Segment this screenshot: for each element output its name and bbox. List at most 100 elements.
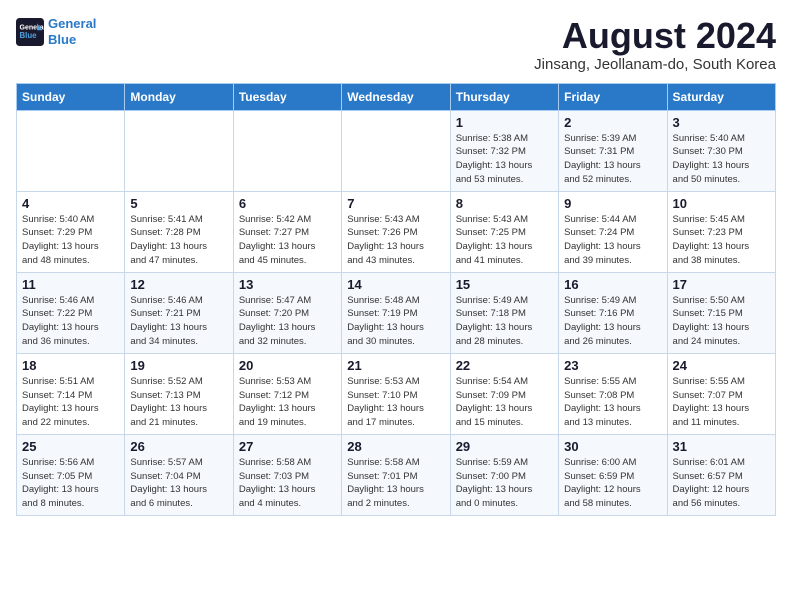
day-info: Sunrise: 5:43 AMSunset: 7:25 PMDaylight:… [456, 213, 553, 268]
day-header-monday: Monday [125, 83, 233, 110]
calendar-cell: 30Sunrise: 6:00 AMSunset: 6:59 PMDayligh… [559, 434, 667, 515]
day-info: Sunrise: 5:58 AMSunset: 7:01 PMDaylight:… [347, 456, 444, 511]
svg-text:Blue: Blue [20, 31, 38, 40]
calendar-cell: 22 Sunrise: 5:54 AMSunset: 7:09 PMDayligh… [450, 353, 558, 434]
day-info: Sunrise: 5:54 AMSunset: 7:09 PMDaylight:… [456, 375, 553, 430]
day-info: Sunrise: 5:42 AMSunset: 7:27 PMDaylight:… [239, 213, 336, 268]
day-info: Sunrise: 5:53 AMSunset: 7:10 PMDaylight:… [347, 375, 444, 430]
calendar-cell: 28 Sunrise: 5:58 AMSunset: 7:01 PMDayligh… [342, 434, 450, 515]
day-number: 2 [564, 115, 661, 130]
calendar-cell [125, 110, 233, 191]
calendar-cell: 18 Sunrise: 5:51 AMSunset: 7:14 PMDayligh… [17, 353, 125, 434]
calendar-week-row: 11 Sunrise: 5:46 AMSunset: 7:22 PMDayligh… [17, 272, 776, 353]
logo-general: General [48, 16, 96, 31]
calendar-cell [17, 110, 125, 191]
logo: General Blue General Blue [16, 16, 96, 47]
day-number: 31 [673, 439, 770, 454]
calendar-cell: 15 Sunrise: 5:49 AMSunset: 7:18 PMDayligh… [450, 272, 558, 353]
day-number: 15 [456, 277, 553, 292]
day-number: 9 [564, 196, 661, 211]
day-number: 12 [130, 277, 227, 292]
calendar-header-row: SundayMondayTuesdayWednesdayThursdayFrid… [17, 83, 776, 110]
calendar-cell: 14 Sunrise: 5:48 AMSunset: 7:19 PMDayligh… [342, 272, 450, 353]
logo-text: General Blue [48, 16, 96, 47]
calendar-cell: 11 Sunrise: 5:46 AMSunset: 7:22 PMDayligh… [17, 272, 125, 353]
day-header-friday: Friday [559, 83, 667, 110]
calendar-table: SundayMondayTuesdayWednesdayThursdayFrid… [16, 83, 776, 516]
calendar-cell: 10 Sunrise: 5:45 AMSunset: 7:23 PMDayligh… [667, 191, 775, 272]
day-info: Sunrise: 5:57 AMSunset: 7:04 PMDaylight:… [130, 456, 227, 511]
calendar-week-row: 1 Sunrise: 5:38 AMSunset: 7:32 PMDaylight… [17, 110, 776, 191]
day-info: Sunrise: 5:59 AMSunset: 7:00 PMDaylight:… [456, 456, 553, 511]
day-number: 20 [239, 358, 336, 373]
day-number: 19 [130, 358, 227, 373]
day-number: 22 [456, 358, 553, 373]
day-header-tuesday: Tuesday [233, 83, 341, 110]
calendar-cell: 20 Sunrise: 5:53 AMSunset: 7:12 PMDayligh… [233, 353, 341, 434]
day-number: 18 [22, 358, 119, 373]
day-info: Sunrise: 5:45 AMSunset: 7:23 PMDaylight:… [673, 213, 770, 268]
day-info: Sunrise: 5:39 AMSunset: 7:31 PMDaylight:… [564, 132, 661, 187]
day-number: 17 [673, 277, 770, 292]
calendar-week-row: 25 Sunrise: 5:56 AMSunset: 7:05 PMDayligh… [17, 434, 776, 515]
calendar-cell: 3 Sunrise: 5:40 AMSunset: 7:30 PMDaylight… [667, 110, 775, 191]
day-number: 10 [673, 196, 770, 211]
calendar-cell [233, 110, 341, 191]
calendar-cell: 1 Sunrise: 5:38 AMSunset: 7:32 PMDaylight… [450, 110, 558, 191]
calendar-subtitle: Jinsang, Jeollanam-do, South Korea [534, 56, 776, 73]
day-info: Sunrise: 5:50 AMSunset: 7:15 PMDaylight:… [673, 294, 770, 349]
day-number: 11 [22, 277, 119, 292]
calendar-cell: 16Sunrise: 5:49 AMSunset: 7:16 PMDayligh… [559, 272, 667, 353]
day-number: 8 [456, 196, 553, 211]
day-info: Sunrise: 5:53 AMSunset: 7:12 PMDaylight:… [239, 375, 336, 430]
calendar-cell: 4Sunrise: 5:40 AMSunset: 7:29 PMDaylight… [17, 191, 125, 272]
day-header-saturday: Saturday [667, 83, 775, 110]
calendar-week-row: 4Sunrise: 5:40 AMSunset: 7:29 PMDaylight… [17, 191, 776, 272]
day-info: Sunrise: 5:38 AMSunset: 7:32 PMDaylight:… [456, 132, 553, 187]
day-number: 13 [239, 277, 336, 292]
calendar-cell: 9 Sunrise: 5:44 AMSunset: 7:24 PMDaylight… [559, 191, 667, 272]
day-number: 14 [347, 277, 444, 292]
day-number: 3 [673, 115, 770, 130]
day-number: 7 [347, 196, 444, 211]
day-number: 4 [22, 196, 119, 211]
page-header: General Blue General Blue August 2024 Ji… [16, 16, 776, 73]
day-number: 1 [456, 115, 553, 130]
day-info: Sunrise: 5:47 AMSunset: 7:20 PMDaylight:… [239, 294, 336, 349]
day-info: Sunrise: 5:46 AMSunset: 7:22 PMDaylight:… [22, 294, 119, 349]
day-info: Sunrise: 5:55 AMSunset: 7:07 PMDaylight:… [673, 375, 770, 430]
day-number: 26 [130, 439, 227, 454]
day-header-wednesday: Wednesday [342, 83, 450, 110]
day-info: Sunrise: 5:51 AMSunset: 7:14 PMDaylight:… [22, 375, 119, 430]
day-info: Sunrise: 5:58 AMSunset: 7:03 PMDaylight:… [239, 456, 336, 511]
day-info: Sunrise: 6:00 AMSunset: 6:59 PMDaylight:… [564, 456, 661, 511]
day-number: 6 [239, 196, 336, 211]
day-number: 25 [22, 439, 119, 454]
day-header-sunday: Sunday [17, 83, 125, 110]
calendar-cell: 6 Sunrise: 5:42 AMSunset: 7:27 PMDaylight… [233, 191, 341, 272]
title-area: August 2024 Jinsang, Jeollanam-do, South… [534, 16, 776, 73]
calendar-cell: 12Sunrise: 5:46 AMSunset: 7:21 PMDayligh… [125, 272, 233, 353]
calendar-cell: 5Sunrise: 5:41 AMSunset: 7:28 PMDaylight… [125, 191, 233, 272]
calendar-cell: 2 Sunrise: 5:39 AMSunset: 7:31 PMDaylight… [559, 110, 667, 191]
day-info: Sunrise: 5:40 AMSunset: 7:30 PMDaylight:… [673, 132, 770, 187]
day-info: Sunrise: 6:01 AMSunset: 6:57 PMDaylight:… [673, 456, 770, 511]
logo-blue: Blue [48, 32, 76, 47]
calendar-cell: 25 Sunrise: 5:56 AMSunset: 7:05 PMDayligh… [17, 434, 125, 515]
day-info: Sunrise: 5:55 AMSunset: 7:08 PMDaylight:… [564, 375, 661, 430]
day-info: Sunrise: 5:56 AMSunset: 7:05 PMDaylight:… [22, 456, 119, 511]
day-info: Sunrise: 5:44 AMSunset: 7:24 PMDaylight:… [564, 213, 661, 268]
calendar-cell: 7Sunrise: 5:43 AMSunset: 7:26 PMDaylight… [342, 191, 450, 272]
logo-icon: General Blue [16, 18, 44, 46]
day-header-thursday: Thursday [450, 83, 558, 110]
day-info: Sunrise: 5:41 AMSunset: 7:28 PMDaylight:… [130, 213, 227, 268]
calendar-cell: 17 Sunrise: 5:50 AMSunset: 7:15 PMDayligh… [667, 272, 775, 353]
calendar-cell: 13 Sunrise: 5:47 AMSunset: 7:20 PMDayligh… [233, 272, 341, 353]
calendar-cell: 31 Sunrise: 6:01 AMSunset: 6:57 PMDayligh… [667, 434, 775, 515]
day-info: Sunrise: 5:49 AMSunset: 7:18 PMDaylight:… [456, 294, 553, 349]
day-info: Sunrise: 5:48 AMSunset: 7:19 PMDaylight:… [347, 294, 444, 349]
calendar-cell: 29Sunrise: 5:59 AMSunset: 7:00 PMDayligh… [450, 434, 558, 515]
calendar-title: August 2024 [534, 16, 776, 56]
day-number: 28 [347, 439, 444, 454]
calendar-cell: 24Sunrise: 5:55 AMSunset: 7:07 PMDayligh… [667, 353, 775, 434]
